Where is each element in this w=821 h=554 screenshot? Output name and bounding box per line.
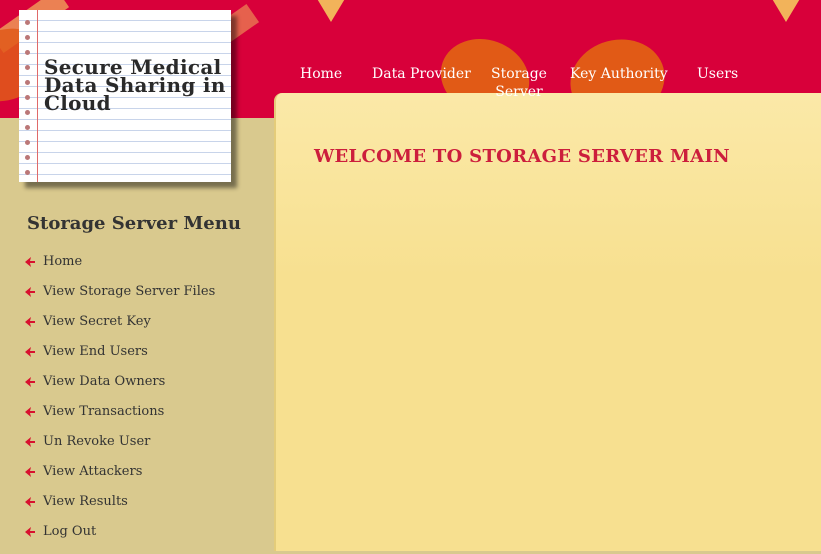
nav-key-authority[interactable]: Key Authority: [570, 65, 668, 83]
page-title: WELCOME TO STORAGE SERVER MAIN: [314, 146, 730, 167]
sidebar-item-home[interactable]: Home: [24, 254, 215, 284]
sidebar-item-label: View Results: [43, 494, 128, 509]
star-icon: [313, 0, 349, 22]
arrow-bullet-icon: [25, 497, 35, 507]
arrow-bullet-icon: [25, 287, 35, 297]
sidebar-item-view-data-owners[interactable]: View Data Owners: [24, 374, 215, 404]
sidebar-item-label: View Storage Server Files: [43, 284, 216, 299]
sidebar-item-log-out[interactable]: Log Out: [24, 524, 215, 554]
arrow-bullet-icon: [25, 437, 35, 447]
sidebar-item-label: View End Users: [43, 344, 148, 359]
sidebar-item-view-secret-key[interactable]: View Secret Key: [24, 314, 215, 344]
nav-data-provider[interactable]: Data Provider: [372, 65, 471, 83]
sidebar: Storage Server Menu Home View Storage Se…: [0, 118, 274, 551]
sidebar-item-view-end-users[interactable]: View End Users: [24, 344, 215, 374]
sidebar-item-label: View Secret Key: [43, 314, 151, 329]
sidebar-item-label: View Transactions: [43, 404, 165, 419]
sidebar-item-label: Home: [43, 254, 83, 269]
arrow-bullet-icon: [25, 257, 35, 267]
sidebar-item-label: View Data Owners: [43, 374, 166, 389]
star-icon: [768, 0, 804, 22]
sidebar-item-view-storage-server-files[interactable]: View Storage Server Files: [24, 284, 215, 314]
nav-users[interactable]: Users: [697, 65, 738, 83]
sidebar-item-label: View Attackers: [43, 464, 143, 479]
nav-home[interactable]: Home: [300, 65, 342, 83]
arrow-bullet-icon: [25, 377, 35, 387]
arrow-bullet-icon: [25, 407, 35, 417]
sidebar-item-view-results[interactable]: View Results: [24, 494, 215, 524]
sidebar-item-label: Un Revoke User: [43, 434, 151, 449]
arrow-bullet-icon: [25, 347, 35, 357]
sidebar-item-un-revoke-user[interactable]: Un Revoke User: [24, 434, 215, 464]
arrow-bullet-icon: [25, 527, 35, 537]
sidebar-item-view-transactions[interactable]: View Transactions: [24, 404, 215, 434]
main-content: WELCOME TO STORAGE SERVER MAIN: [274, 93, 821, 551]
sidebar-title: Storage Server Menu: [27, 213, 241, 234]
arrow-bullet-icon: [25, 467, 35, 477]
arrow-bullet-icon: [25, 317, 35, 327]
sidebar-item-view-attackers[interactable]: View Attackers: [24, 464, 215, 494]
nav-storage-server[interactable]: Storage Server: [489, 65, 549, 101]
top-nav: Home Data Provider Storage Server Key Au…: [0, 65, 821, 105]
sidebar-item-label: Log Out: [43, 524, 97, 539]
sidebar-menu: Home View Storage Server Files View Secr…: [24, 254, 215, 554]
